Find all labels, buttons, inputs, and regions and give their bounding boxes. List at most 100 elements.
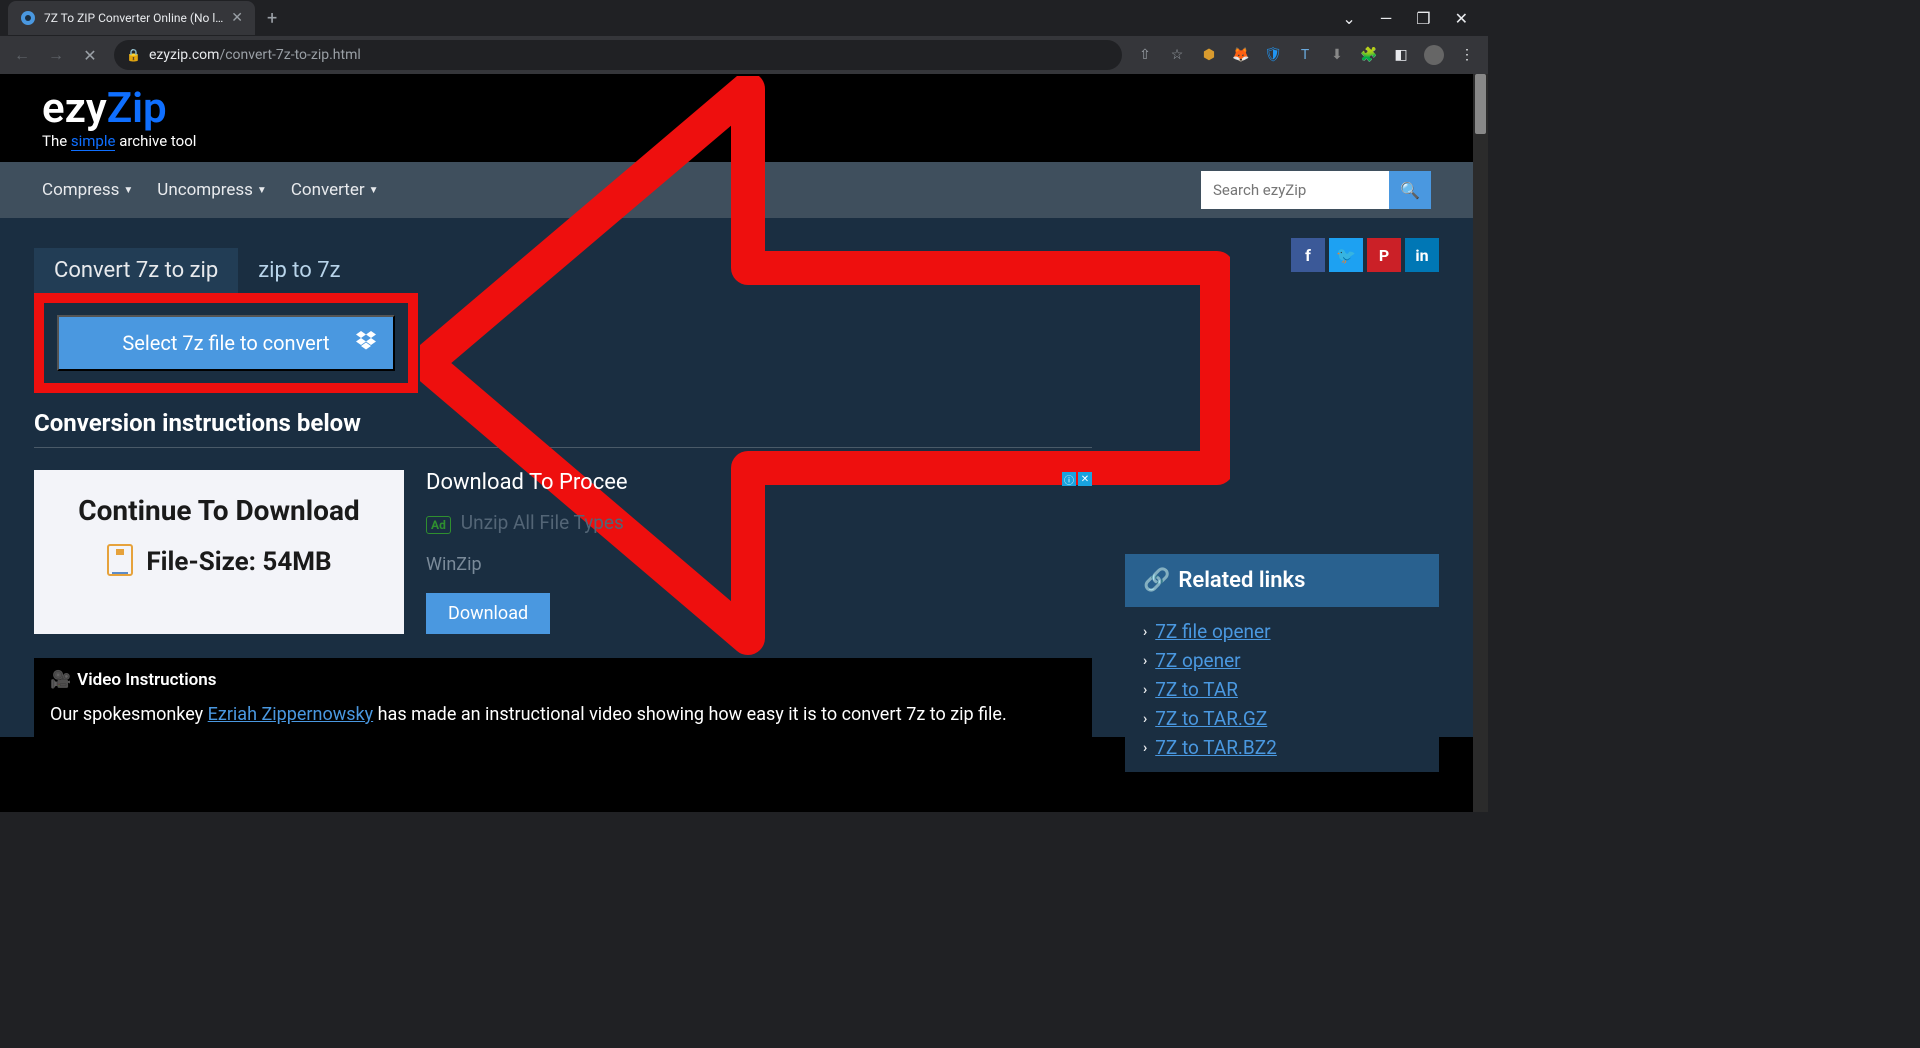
twitter-icon[interactable]: 🐦 <box>1329 238 1363 272</box>
video-instructions-title: 🎥 Video Instructions <box>50 670 1076 690</box>
video-camera-icon: 🎥 <box>50 670 71 690</box>
ad-download-button[interactable]: Download <box>426 593 550 634</box>
pinterest-icon[interactable]: P <box>1367 238 1401 272</box>
chevron-right-icon: › <box>1143 740 1147 756</box>
video-instructions-section: 🎥 Video Instructions Our spokesmonkey Ez… <box>34 658 1092 737</box>
ad-winzip: WinZip <box>426 554 628 575</box>
ad-badge: Ad <box>426 516 451 534</box>
forward-icon[interactable]: → <box>46 45 66 65</box>
scrollbar[interactable] <box>1473 74 1488 812</box>
menu-compress[interactable]: Compress▼ <box>42 180 133 200</box>
nav-bar: ← → ✕ 🔒 ezyzip.com/convert-7z-to-zip.htm… <box>0 36 1488 74</box>
related-links-header: 🔗 Related links <box>1125 554 1439 607</box>
caret-down-icon: ▼ <box>123 185 133 196</box>
url-bar[interactable]: 🔒 ezyzip.com/convert-7z-to-zip.html <box>114 40 1122 70</box>
window-controls: ⌄ — ❐ ✕ <box>1322 9 1488 28</box>
ad-row: ⓘ ✕ Continue To Download File-Size: 54MB… <box>34 470 1092 634</box>
profile-avatar[interactable] <box>1424 45 1444 65</box>
extension-fox-icon[interactable]: 🦊 <box>1232 46 1250 64</box>
tab-bar: 7Z To ZIP Converter Online (No l… ✕ + ⌄ … <box>0 0 1488 36</box>
extension-cube-icon[interactable]: ⬢ <box>1200 46 1218 64</box>
related-item: › 7Z to TAR.BZ2 <box>1125 733 1439 762</box>
related-link[interactable]: 7Z to TAR <box>1155 678 1238 701</box>
tab-zip-to-7z[interactable]: zip to 7z <box>238 248 360 293</box>
tab-convert-7z-to-zip[interactable]: Convert 7z to zip <box>34 248 238 293</box>
close-icon[interactable]: ✕ <box>1455 9 1468 28</box>
star-icon[interactable]: ☆ <box>1168 46 1186 64</box>
related-link[interactable]: 7Z file opener <box>1155 620 1270 643</box>
ad-left-box[interactable]: Continue To Download File-Size: 54MB <box>34 470 404 634</box>
related-item: › 7Z file opener <box>1125 617 1439 646</box>
extension-t-icon[interactable]: T <box>1296 46 1314 64</box>
menu-converter[interactable]: Converter▼ <box>291 180 379 200</box>
related-link[interactable]: 7Z to TAR.GZ <box>1155 707 1267 730</box>
spokesmonkey-link[interactable]: Ezriah Zippernowsky <box>208 704 374 725</box>
file-zip-icon <box>106 543 134 581</box>
tagline: The simple archive tool <box>42 132 1431 150</box>
dropbox-icon[interactable] <box>355 331 377 356</box>
ad-subtitle-row: Ad Unzip All File Types <box>426 511 628 534</box>
search-icon: 🔍 <box>1400 181 1420 200</box>
tab-favicon-icon <box>20 10 36 26</box>
scrollbar-thumb[interactable] <box>1475 74 1486 134</box>
search-input[interactable] <box>1201 171 1389 209</box>
search-button[interactable]: 🔍 <box>1389 171 1431 209</box>
ad-right-box: Download To Procee Ad Unzip All File Typ… <box>426 470 628 634</box>
caret-down-icon: ▼ <box>257 185 267 196</box>
ad-title: Continue To Download <box>50 494 388 527</box>
sidepanel-icon[interactable]: ◧ <box>1392 46 1410 64</box>
minimize-icon[interactable]: — <box>1380 9 1393 28</box>
site-header: ezyZip The simple archive tool <box>0 74 1473 162</box>
ad-unzip-text: Unzip All File Types <box>461 511 624 534</box>
related-link[interactable]: 7Z opener <box>1155 649 1240 672</box>
maximize-icon[interactable]: ❐ <box>1416 9 1430 28</box>
chevron-right-icon: › <box>1143 624 1147 640</box>
menu-uncompress[interactable]: Uncompress▼ <box>157 180 267 200</box>
chevron-right-icon: › <box>1143 653 1147 669</box>
adchoices-close-icon: ✕ <box>1078 472 1092 486</box>
main-area: Convert 7z to zip zip to 7z Select 7z fi… <box>0 218 1473 737</box>
facebook-icon[interactable]: f <box>1291 238 1325 272</box>
chevron-right-icon: › <box>1143 682 1147 698</box>
related-item: › 7Z opener <box>1125 646 1439 675</box>
url-text: ezyzip.com/convert-7z-to-zip.html <box>149 47 361 63</box>
linkedin-icon[interactable]: in <box>1405 238 1439 272</box>
related-item: › 7Z to TAR.GZ <box>1125 704 1439 733</box>
logo[interactable]: ezyZip The simple archive tool <box>42 88 1431 150</box>
page-content: ezyZip The simple archive tool Compress▼… <box>0 74 1488 812</box>
stop-icon[interactable]: ✕ <box>80 46 100 65</box>
extension-download-icon[interactable]: ⬇ <box>1328 46 1346 64</box>
adchoices-info-icon: ⓘ <box>1062 472 1076 486</box>
social-row: f 🐦 P in <box>1125 238 1439 272</box>
share-icon[interactable]: ⇧ <box>1136 46 1154 64</box>
related-links-list: › 7Z file opener › 7Z opener › 7Z to TAR <box>1125 607 1439 772</box>
tab-close-icon[interactable]: ✕ <box>231 10 243 26</box>
caret-down-icon: ▼ <box>369 185 379 196</box>
select-file-label: Select 7z file to convert <box>122 331 329 355</box>
new-tab-button[interactable]: + <box>255 8 289 29</box>
page-viewport: ezyZip The simple archive tool Compress▼… <box>0 74 1488 812</box>
chevron-right-icon: › <box>1143 711 1147 727</box>
back-icon[interactable]: ← <box>12 45 32 65</box>
browser-chrome: 7Z To ZIP Converter Online (No l… ✕ + ⌄ … <box>0 0 1488 74</box>
sidebar: f 🐦 P in 🔗 Related links › 7Z file opene… <box>1125 218 1439 772</box>
ad-file-size: File-Size: 54MB <box>146 547 331 577</box>
video-instructions-text: Our spokesmonkey Ezriah Zippernowsky has… <box>50 704 1076 725</box>
related-links-box: 🔗 Related links › 7Z file opener › 7Z op… <box>1125 554 1439 772</box>
browser-tab[interactable]: 7Z To ZIP Converter Online (No l… ✕ <box>8 1 255 35</box>
related-link[interactable]: 7Z to TAR.BZ2 <box>1155 736 1277 759</box>
chevron-down-icon[interactable]: ⌄ <box>1342 9 1355 28</box>
instructions-heading: Conversion instructions below <box>34 409 1092 448</box>
select-file-button[interactable]: Select 7z file to convert <box>57 315 395 371</box>
extension-shield-icon[interactable]: 🛡 <box>1264 46 1282 64</box>
tab-title: 7Z To ZIP Converter Online (No l… <box>44 11 223 25</box>
search-form: 🔍 <box>1201 171 1431 209</box>
extensions-icon[interactable]: 🧩 <box>1360 46 1378 64</box>
select-file-highlight: Select 7z file to convert <box>34 293 418 393</box>
adchoices[interactable]: ⓘ ✕ <box>1062 472 1092 486</box>
nav-right: ⇧ ☆ ⬢ 🦊 🛡 T ⬇ 🧩 ◧ ⋮ <box>1136 45 1476 65</box>
logo-ezy: ezy <box>42 84 107 133</box>
ad-heading: Download To Procee <box>426 470 628 495</box>
lock-icon: 🔒 <box>126 48 141 62</box>
menu-icon[interactable]: ⋮ <box>1458 46 1476 64</box>
